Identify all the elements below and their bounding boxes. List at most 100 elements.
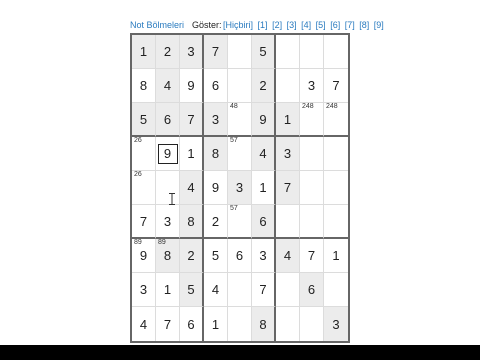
sudoku-cell-r9c5[interactable] xyxy=(228,307,252,341)
sudoku-cell-r8c3[interactable]: 5 xyxy=(180,273,204,307)
sudoku-cell-r7c1[interactable]: 89 9 xyxy=(132,239,156,273)
sudoku-cell-r6c9[interactable] xyxy=(324,205,348,239)
sudoku-cell-r7c9[interactable]: 1 xyxy=(324,239,348,273)
sudoku-cell-r6c8[interactable] xyxy=(300,205,324,239)
sudoku-cell-r9c7[interactable] xyxy=(276,307,300,341)
sudoku-cell-r7c4[interactable]: 5 xyxy=(204,239,228,273)
sudoku-cell-r4c7[interactable]: 3 xyxy=(276,137,300,171)
sudoku-cell-r3c4[interactable]: 3 xyxy=(204,103,228,137)
cell-value: 6 xyxy=(235,248,244,263)
sudoku-cell-r6c7[interactable] xyxy=(276,205,300,239)
sudoku-cell-r6c3[interactable]: 8 xyxy=(180,205,204,239)
sudoku-cell-r9c4[interactable]: 1 xyxy=(204,307,228,341)
sudoku-cell-r7c3[interactable]: 2 xyxy=(180,239,204,273)
sudoku-cell-r4c4[interactable]: 8 xyxy=(204,137,228,171)
sudoku-cell-r1c2[interactable]: 2 xyxy=(156,35,180,69)
sudoku-cell-r5c5[interactable]: 3 xyxy=(228,171,252,205)
sudoku-cell-r2c8[interactable]: 3 xyxy=(300,69,324,103)
cell-value: 2 xyxy=(211,213,220,229)
cell-value: 4 xyxy=(259,146,267,161)
sudoku-cell-r3c1[interactable]: 5 xyxy=(132,103,156,137)
show-label: Göster: xyxy=(192,20,222,30)
sudoku-cell-r1c3[interactable]: 3 xyxy=(180,35,204,69)
show-options: [Hiçbiri] [1] [2] [3] [4] [5] [6] [7] [8… xyxy=(223,18,386,32)
cell-value: 7 xyxy=(139,213,148,229)
toolbar: Not Bölmeleri Göster: [Hiçbiri] [1] [2] … xyxy=(0,18,480,32)
sudoku-cell-r1c4[interactable]: 7 xyxy=(204,35,228,69)
sudoku-cell-r7c2[interactable]: 89 8 xyxy=(156,239,180,273)
sudoku-cell-r5c9[interactable] xyxy=(324,171,348,205)
sudoku-cell-r4c9[interactable] xyxy=(324,137,348,171)
sudoku-cell-r3c7[interactable]: 1 xyxy=(276,103,300,137)
sudoku-cell-r5c3[interactable]: 4 xyxy=(180,171,204,205)
sudoku-cell-r6c5[interactable]: 57 xyxy=(228,205,252,239)
sudoku-cell-r1c9[interactable] xyxy=(324,35,348,69)
sudoku-cell-r1c8[interactable] xyxy=(300,35,324,69)
sudoku-cell-r2c4[interactable]: 6 xyxy=(204,69,228,103)
notes-link[interactable]: Not Bölmeleri xyxy=(130,18,184,32)
sudoku-cell-r9c9[interactable]: 3 xyxy=(324,307,348,341)
show-option-6[interactable]: [6] xyxy=(330,20,340,30)
sudoku-cell-r7c6[interactable]: 3 xyxy=(252,239,276,273)
sudoku-cell-r2c2[interactable]: 4 xyxy=(156,69,180,103)
sudoku-cell-r8c4[interactable]: 4 xyxy=(204,273,228,307)
sudoku-cell-r2c3[interactable]: 9 xyxy=(180,69,204,103)
sudoku-cell-r2c5[interactable] xyxy=(228,69,252,103)
sudoku-cell-r5c8[interactable] xyxy=(300,171,324,205)
show-option-none[interactable]: [Hiçbiri] xyxy=(223,20,253,30)
sudoku-cell-r8c6[interactable]: 7 xyxy=(252,273,276,307)
sudoku-cell-r4c3[interactable]: 1 xyxy=(180,137,204,171)
sudoku-cell-r9c2[interactable]: 7 xyxy=(156,307,180,341)
show-option-5[interactable]: [5] xyxy=(316,20,326,30)
sudoku-cell-r9c6[interactable]: 8 xyxy=(252,307,276,341)
sudoku-cell-r5c4[interactable]: 9 xyxy=(204,171,228,205)
cell-value: 7 xyxy=(163,316,172,332)
sudoku-cell-r8c1[interactable]: 3 xyxy=(132,273,156,307)
sudoku-cell-r4c8[interactable] xyxy=(300,137,324,171)
sudoku-cell-r5c7[interactable]: 7 xyxy=(276,171,300,205)
sudoku-cell-r6c4[interactable]: 2 xyxy=(204,205,228,239)
sudoku-cell-r9c1[interactable]: 4 xyxy=(132,307,156,341)
sudoku-cell-r3c6[interactable]: 9 xyxy=(252,103,276,137)
show-option-7[interactable]: [7] xyxy=(345,20,355,30)
sudoku-cell-r8c5[interactable] xyxy=(228,273,252,307)
sudoku-cell-r6c6[interactable]: 6 xyxy=(252,205,276,239)
sudoku-cell-r7c5[interactable]: 6 xyxy=(228,239,252,273)
sudoku-cell-r1c1[interactable]: 1 xyxy=(132,35,156,69)
sudoku-cell-r1c6[interactable]: 5 xyxy=(252,35,276,69)
show-option-1[interactable]: [1] xyxy=(258,20,268,30)
sudoku-cell-r2c7[interactable] xyxy=(276,69,300,103)
sudoku-cell-r5c6[interactable]: 1 xyxy=(252,171,276,205)
sudoku-cell-r8c8[interactable]: 6 xyxy=(300,273,324,307)
sudoku-cell-r3c2[interactable]: 6 xyxy=(156,103,180,137)
sudoku-cell-r8c9[interactable] xyxy=(324,273,348,307)
sudoku-cell-r4c1[interactable]: 26 xyxy=(132,137,156,171)
show-option-4[interactable]: [4] xyxy=(301,20,311,30)
sudoku-cell-r4c2[interactable]: 9 xyxy=(156,137,180,171)
sudoku-cell-r8c2[interactable]: 1 xyxy=(156,273,180,307)
sudoku-cell-r2c9[interactable]: 7 xyxy=(324,69,348,103)
cell-note: 48 xyxy=(230,103,238,110)
sudoku-cell-r4c5[interactable]: 57 xyxy=(228,137,252,171)
show-option-9[interactable]: [9] xyxy=(374,20,384,30)
sudoku-cell-r2c6[interactable]: 2 xyxy=(252,69,276,103)
show-option-3[interactable]: [3] xyxy=(287,20,297,30)
sudoku-cell-r9c8[interactable] xyxy=(300,307,324,341)
sudoku-cell-r3c8[interactable]: 248 xyxy=(300,103,324,137)
sudoku-cell-r5c1[interactable]: 26 xyxy=(132,171,156,205)
sudoku-cell-r8c7[interactable] xyxy=(276,273,300,307)
sudoku-cell-r3c3[interactable]: 7 xyxy=(180,103,204,137)
sudoku-cell-r6c1[interactable]: 7 xyxy=(132,205,156,239)
sudoku-cell-r1c5[interactable] xyxy=(228,35,252,69)
sudoku-cell-r7c7[interactable]: 4 xyxy=(276,239,300,273)
show-option-2[interactable]: [2] xyxy=(272,20,282,30)
show-option-8[interactable]: [8] xyxy=(359,20,369,30)
sudoku-cell-r7c8[interactable]: 7 xyxy=(300,239,324,273)
sudoku-cell-r4c6[interactable]: 4 xyxy=(252,137,276,171)
sudoku-cell-r3c9[interactable]: 248 xyxy=(324,103,348,137)
sudoku-cell-r3c5[interactable]: 48 xyxy=(228,103,252,137)
sudoku-cell-r6c2[interactable]: 3 xyxy=(156,205,180,239)
sudoku-cell-r2c1[interactable]: 8 xyxy=(132,69,156,103)
sudoku-cell-r1c7[interactable] xyxy=(276,35,300,69)
sudoku-cell-r9c3[interactable]: 6 xyxy=(180,307,204,341)
